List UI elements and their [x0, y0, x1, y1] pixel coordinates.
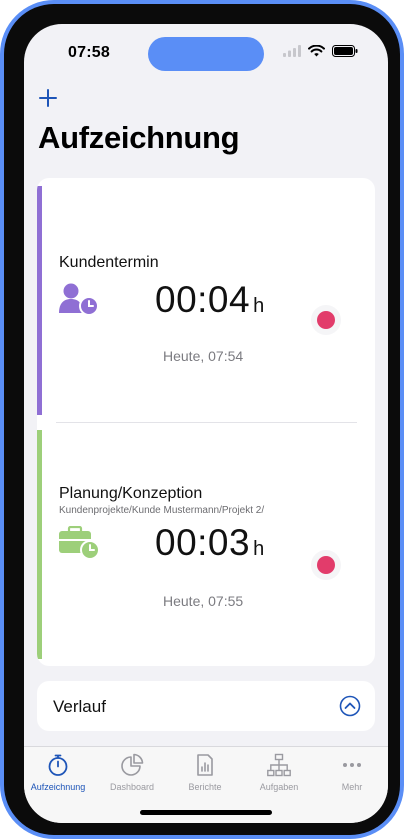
- tab-label: Berichte: [188, 782, 222, 792]
- dynamic-island: [148, 37, 264, 71]
- tab-label: Aufzeichnung: [30, 782, 86, 792]
- report-icon: [197, 754, 213, 776]
- timer-unit: h: [253, 538, 265, 560]
- entry-title: Kundentermin: [59, 254, 159, 271]
- add-button[interactable]: [34, 84, 62, 112]
- category-bar-purple: [37, 186, 42, 415]
- elapsed-time: 00:03 h: [155, 522, 265, 564]
- wifi-icon: [308, 45, 325, 57]
- page-title: Aufzeichnung: [38, 120, 240, 155]
- start-time: Heute, 07:54: [163, 348, 244, 364]
- timer-unit: h: [253, 295, 265, 317]
- elapsed-time: 00:04 h: [155, 279, 265, 321]
- pie-chart-icon: [121, 753, 144, 776]
- more-icon: [343, 763, 361, 767]
- timer-value: 00:04: [155, 279, 251, 320]
- user-clock-icon: [59, 283, 99, 316]
- record-button[interactable]: [311, 305, 341, 335]
- plus-icon: [39, 89, 57, 107]
- signal-icon: [283, 45, 301, 57]
- device-frame: 07:58 Aufzeichnung Kundentermin 00:04 h …: [0, 0, 404, 839]
- record-button[interactable]: [311, 550, 341, 580]
- home-indicator: [140, 810, 272, 815]
- history-section[interactable]: Verlauf: [37, 681, 375, 731]
- status-icons: [283, 45, 358, 57]
- active-timers-card: Kundentermin 00:04 h Heute, 07:54 Planun…: [37, 178, 375, 666]
- tab-label: Mehr: [341, 782, 363, 792]
- tab-aufgaben[interactable]: Aufgaben: [243, 753, 315, 792]
- device-bezel: 07:58 Aufzeichnung Kundentermin 00:04 h …: [4, 4, 400, 835]
- hierarchy-icon: [267, 753, 291, 777]
- tab-aufzeichnung[interactable]: Aufzeichnung: [24, 753, 94, 792]
- start-time: Heute, 07:55: [163, 593, 244, 609]
- stopwatch-icon: [48, 754, 68, 776]
- record-dot: [317, 556, 335, 574]
- tab-label: Aufgaben: [259, 782, 299, 792]
- tab-label: Dashboard: [109, 782, 155, 792]
- tab-berichte[interactable]: Berichte: [169, 753, 241, 792]
- chevron-up-circle-icon[interactable]: [339, 695, 361, 717]
- status-bar: 07:58: [24, 24, 388, 82]
- tab-dashboard[interactable]: Dashboard: [96, 753, 168, 792]
- entry-title: Planung/Konzeption: [59, 485, 203, 502]
- entry-divider: [56, 422, 357, 423]
- app-screen: 07:58 Aufzeichnung Kundentermin 00:04 h …: [24, 24, 388, 823]
- battery-icon: [332, 45, 358, 57]
- entry-project-path: Kundenprojekte/Kunde Mustermann/Projekt …: [59, 505, 265, 516]
- briefcase-clock-icon: [59, 526, 100, 560]
- status-time: 07:58: [68, 44, 110, 61]
- history-label: Verlauf: [53, 697, 106, 716]
- record-dot: [317, 311, 335, 329]
- timer-value: 00:03: [155, 522, 251, 563]
- tab-mehr[interactable]: Mehr: [316, 753, 388, 792]
- category-bar-green: [37, 430, 42, 659]
